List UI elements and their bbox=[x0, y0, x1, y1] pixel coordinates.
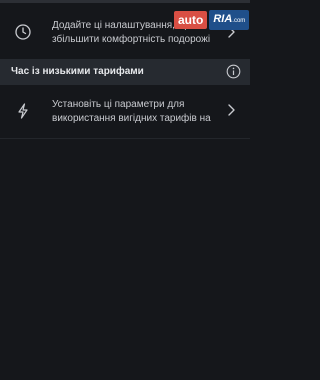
chevron-right-icon bbox=[228, 104, 235, 116]
low-tariff-settings-text: Установіть ці параметри для використання… bbox=[52, 98, 222, 126]
watermark-ria-label: RIA.com bbox=[209, 10, 250, 30]
auto-ria-watermark: auto RIA.com bbox=[174, 8, 250, 32]
low-tariff-settings-row[interactable]: Установіть ці параметри для використання… bbox=[0, 85, 250, 138]
low-tariff-section-title: Час із низькими тарифами bbox=[11, 66, 144, 77]
low-tariff-section-header: Час із низькими тарифами bbox=[0, 59, 250, 85]
watermark-ria-text: RIA bbox=[213, 13, 233, 25]
watermark-ria-tail: .com bbox=[232, 18, 246, 24]
info-icon[interactable] bbox=[226, 64, 241, 79]
low-tariff-text-line-1: Установіть ці параметри для bbox=[52, 99, 185, 110]
clock-icon bbox=[15, 24, 31, 40]
lightning-icon bbox=[18, 103, 28, 119]
watermark-auto-label: auto bbox=[174, 11, 208, 29]
divider bbox=[0, 138, 250, 139]
comfort-text-line-2: збільшити комфортність подорожі bbox=[52, 34, 211, 45]
low-tariff-text-line-2: використання вигідних тарифів на bbox=[52, 113, 211, 124]
